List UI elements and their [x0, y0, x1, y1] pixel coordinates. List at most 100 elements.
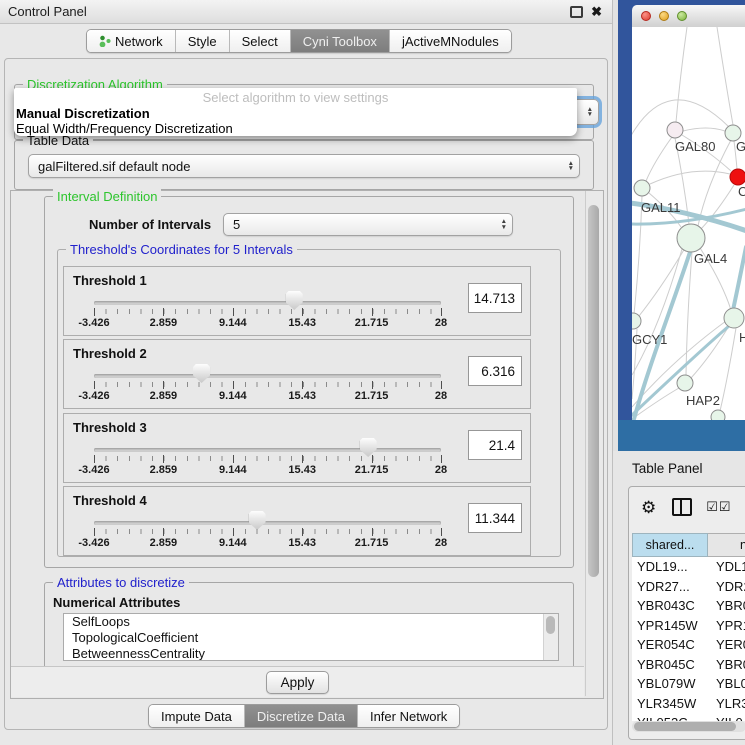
slider-track[interactable]: [94, 301, 441, 305]
node-gal80[interactable]: [667, 122, 683, 138]
group-title: Interval Definition: [53, 189, 161, 204]
group-title: Threshold's Coordinates for 5 Intervals: [66, 242, 297, 257]
table-row[interactable]: YPR145WYPR1: [632, 616, 745, 636]
table-cell[interactable]: YBL0: [708, 676, 745, 691]
network-window-titlebar[interactable]: [632, 5, 745, 28]
table-cell[interactable]: YLR345W: [632, 696, 708, 711]
attribute-list-item[interactable]: SelfLoops: [64, 614, 558, 630]
close-button[interactable]: [641, 11, 651, 21]
gear-icon[interactable]: ⚙: [641, 499, 656, 516]
tab-discretize-data[interactable]: Discretize Data: [244, 705, 357, 727]
table-cell[interactable]: YDR27...: [632, 579, 708, 594]
table-data-combobox[interactable]: galFiltered.sif default node ▲▼: [28, 154, 580, 178]
table-cell[interactable]: YER0: [708, 637, 745, 652]
list-scrollbar[interactable]: [543, 614, 558, 660]
minimize-button[interactable]: [659, 11, 669, 21]
node-hap2[interactable]: [677, 375, 693, 391]
slider-track[interactable]: [94, 374, 441, 378]
float-window-icon[interactable]: [570, 6, 583, 18]
bottom-tab-bar: Impute DataDiscretize DataInfer Network: [148, 704, 460, 728]
tab-jactivemnodules[interactable]: jActiveMNodules: [389, 30, 511, 52]
split-columns-icon[interactable]: [672, 498, 692, 516]
major-tick: [441, 308, 442, 316]
node-red-selected[interactable]: [730, 169, 745, 185]
table-data-group: Table Data galFiltered.sif default node …: [14, 140, 594, 190]
tab-impute-data[interactable]: Impute Data: [149, 705, 244, 727]
threshold-value-field[interactable]: 11.344: [468, 503, 522, 533]
thresholds-group: Threshold's Coordinates for 5 Intervals …: [57, 249, 561, 557]
vertical-scrollbar[interactable]: [585, 191, 602, 696]
checked-checkbox-icons[interactable]: ☑☑: [706, 499, 731, 515]
table-row[interactable]: YDL19...YDL1: [632, 557, 745, 577]
algorithm-dropdown-popup: Select algorithm to view settings Manual…: [14, 88, 577, 136]
table-row[interactable]: YBL079WYBL0: [632, 674, 745, 694]
node-right-mid[interactable]: [724, 308, 744, 328]
table-cell[interactable]: YER054C: [632, 637, 708, 652]
zoom-button[interactable]: [677, 11, 687, 21]
table-cell[interactable]: YDR2: [708, 579, 745, 594]
node-bottom[interactable]: [711, 410, 725, 420]
table-row[interactable]: YDR27...YDR2: [632, 577, 745, 597]
table-row[interactable]: YBR045CYBR0: [632, 655, 745, 675]
slider-track[interactable]: [94, 448, 441, 452]
tab-label: jActiveMNodules: [402, 34, 499, 49]
scrollbar-thumb[interactable]: [634, 722, 736, 731]
table-cell[interactable]: YBR0: [708, 657, 745, 672]
table-cell[interactable]: YDL1: [708, 559, 745, 574]
major-tick: [302, 528, 303, 536]
slider-thumb[interactable]: [360, 438, 377, 457]
major-tick: [163, 528, 164, 536]
threshold-value-field[interactable]: 6.316: [468, 356, 522, 386]
tick-label: 2.859: [150, 317, 178, 329]
tab-cyni-toolbox[interactable]: Cyni Toolbox: [290, 30, 389, 52]
scrollbar-thumb[interactable]: [546, 616, 555, 634]
table-row[interactable]: YBR043CYBR0: [632, 596, 745, 616]
major-tick: [302, 455, 303, 463]
table-cell[interactable]: YPR145W: [632, 618, 708, 633]
slider-thumb[interactable]: [286, 291, 303, 310]
table-cell[interactable]: YPR1: [708, 618, 745, 633]
table-row[interactable]: YIL052CYIL0: [632, 713, 745, 721]
node-gal4[interactable]: [677, 224, 705, 252]
num-intervals-combobox[interactable]: 5 ▲▼: [223, 213, 513, 236]
table-row[interactable]: YLR345WYLR3: [632, 694, 745, 714]
dropdown-item[interactable]: Equal Width/Frequency Discretization: [14, 121, 577, 136]
network-view-window: GAL80 G C GAL11 GAL4 GCY1 H HAP2: [618, 0, 745, 451]
apply-button[interactable]: Apply: [266, 671, 330, 694]
table-cell[interactable]: YBR0: [708, 598, 745, 613]
horizontal-scrollbar[interactable]: [632, 721, 745, 732]
table-cell[interactable]: YDL19...: [632, 559, 708, 574]
table-cell[interactable]: YBR045C: [632, 657, 708, 672]
tab-select[interactable]: Select: [229, 30, 290, 52]
table-cell[interactable]: YBR043C: [632, 598, 708, 613]
tab-label: Cyni Toolbox: [303, 34, 377, 49]
table-panel: Table Panel ⚙ ☑☑ shared... na YDL19...YD…: [613, 451, 745, 745]
node-gal11[interactable]: [634, 180, 650, 196]
tab-network[interactable]: Network: [87, 30, 175, 52]
threshold-value-field[interactable]: 21.4: [468, 430, 522, 460]
attribute-list-item[interactable]: BetweennessCentrality: [64, 646, 558, 661]
column-header-shared-name[interactable]: shared...: [632, 533, 708, 557]
tick-label: 9.144: [219, 464, 247, 476]
slider-track[interactable]: [94, 521, 441, 525]
scrollbar-thumb[interactable]: [588, 205, 599, 577]
threshold-value-field[interactable]: 14.713: [468, 283, 522, 313]
column-header-name[interactable]: na: [708, 533, 745, 557]
slider-minor-ticks: [94, 382, 442, 387]
tab-style[interactable]: Style: [175, 30, 229, 52]
table-header-row: shared... na: [632, 533, 745, 557]
slider-thumb[interactable]: [193, 364, 210, 383]
tick-label: 2.859: [150, 390, 178, 402]
dropdown-item[interactable]: Manual Discretization: [14, 106, 577, 121]
table-cell[interactable]: YLR3: [708, 696, 745, 711]
network-canvas[interactable]: GAL80 G C GAL11 GAL4 GCY1 H HAP2: [632, 27, 745, 420]
node-label: GAL4: [694, 251, 727, 266]
window-frame-band: [618, 420, 745, 451]
attribute-list-item[interactable]: TopologicalCoefficient: [64, 630, 558, 646]
table-row[interactable]: YER054CYER0: [632, 635, 745, 655]
tick-label: 21.715: [355, 317, 389, 329]
tab-infer-network[interactable]: Infer Network: [357, 705, 459, 727]
close-icon[interactable]: ✖: [591, 5, 602, 18]
slider-thumb[interactable]: [249, 511, 266, 530]
table-cell[interactable]: YBL079W: [632, 676, 708, 691]
